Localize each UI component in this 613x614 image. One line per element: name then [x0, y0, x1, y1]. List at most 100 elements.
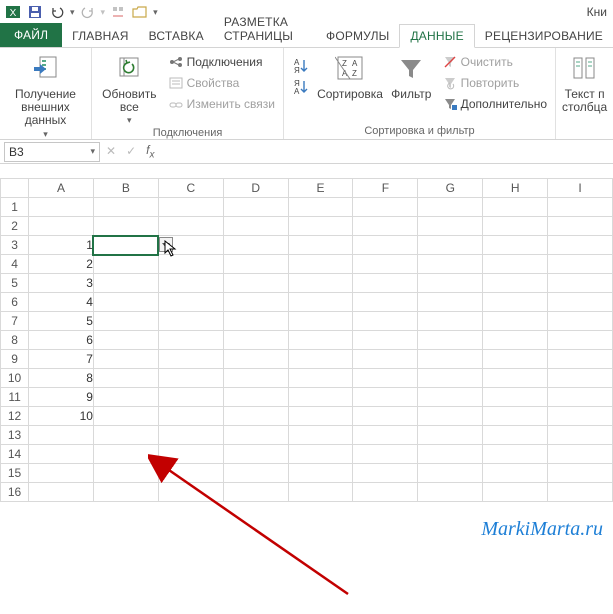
cell[interactable] [223, 236, 288, 255]
cell[interactable] [418, 445, 483, 464]
cell[interactable] [158, 293, 223, 312]
cell[interactable] [353, 274, 418, 293]
clear-filter-button[interactable]: Очистить [441, 52, 549, 72]
cell[interactable] [353, 331, 418, 350]
cell[interactable] [548, 274, 613, 293]
cell[interactable] [93, 255, 158, 274]
tab-formulas[interactable]: ФОРМУЛЫ [316, 25, 399, 47]
cell[interactable] [158, 464, 223, 483]
cell[interactable] [93, 217, 158, 236]
cell[interactable] [158, 217, 223, 236]
cell[interactable] [223, 445, 288, 464]
filter-button[interactable]: Фильтр [388, 50, 435, 101]
tab-page-layout[interactable]: РАЗМЕТКА СТРАНИЦЫ [214, 11, 316, 47]
row-header[interactable]: 15 [1, 464, 29, 483]
cell[interactable] [288, 198, 353, 217]
col-header[interactable]: D [223, 179, 288, 198]
cell[interactable]: 7 [29, 350, 94, 369]
tab-file[interactable]: ФАЙЛ [0, 23, 62, 47]
cell[interactable] [483, 217, 548, 236]
cell[interactable] [483, 331, 548, 350]
cell[interactable] [93, 350, 158, 369]
col-header[interactable]: I [548, 179, 613, 198]
cell[interactable] [548, 293, 613, 312]
tab-data[interactable]: ДАННЫЕ [399, 24, 474, 48]
cell[interactable]: 3 [29, 274, 94, 293]
fx-icon[interactable]: fx [146, 143, 154, 160]
touch-mode-icon[interactable] [109, 3, 127, 21]
data-validation-dropdown-icon[interactable] [159, 237, 173, 252]
edit-links-button[interactable]: Изменить связи [167, 94, 277, 114]
cell[interactable] [418, 426, 483, 445]
cell[interactable] [93, 331, 158, 350]
cell[interactable] [418, 198, 483, 217]
cell[interactable] [288, 274, 353, 293]
col-header[interactable]: C [158, 179, 223, 198]
row-header[interactable]: 11 [1, 388, 29, 407]
cell[interactable] [418, 350, 483, 369]
cell[interactable] [418, 255, 483, 274]
cell[interactable] [418, 483, 483, 502]
cell[interactable] [158, 483, 223, 502]
cell[interactable] [93, 407, 158, 426]
cell[interactable] [418, 217, 483, 236]
cell[interactable] [483, 293, 548, 312]
cell[interactable] [158, 445, 223, 464]
cell[interactable] [223, 255, 288, 274]
cell[interactable] [93, 483, 158, 502]
cell[interactable] [548, 312, 613, 331]
cell[interactable] [353, 464, 418, 483]
cell[interactable] [158, 388, 223, 407]
cell[interactable] [418, 293, 483, 312]
cell[interactable] [223, 331, 288, 350]
cell[interactable] [418, 369, 483, 388]
cell[interactable] [483, 464, 548, 483]
cell[interactable] [548, 350, 613, 369]
col-header[interactable]: H [483, 179, 548, 198]
cell[interactable] [548, 388, 613, 407]
row-header[interactable]: 1 [1, 198, 29, 217]
cell[interactable] [483, 236, 548, 255]
cell[interactable] [93, 445, 158, 464]
cell[interactable] [548, 483, 613, 502]
col-header[interactable]: E [288, 179, 353, 198]
cell[interactable] [288, 483, 353, 502]
cell[interactable] [483, 198, 548, 217]
cell[interactable] [223, 217, 288, 236]
cell[interactable] [93, 464, 158, 483]
cell[interactable] [548, 217, 613, 236]
row-header[interactable]: 6 [1, 293, 29, 312]
cell[interactable] [353, 388, 418, 407]
cell[interactable] [288, 445, 353, 464]
cell[interactable] [223, 312, 288, 331]
cell[interactable]: 8 [29, 369, 94, 388]
qat-customize-icon[interactable]: ▾ [153, 7, 158, 18]
cell[interactable]: 4 [29, 293, 94, 312]
cell[interactable] [93, 388, 158, 407]
row-header[interactable]: 8 [1, 331, 29, 350]
row-header[interactable]: 2 [1, 217, 29, 236]
cell[interactable] [223, 483, 288, 502]
row-header[interactable]: 10 [1, 369, 29, 388]
cell[interactable]: 10 [29, 407, 94, 426]
cell[interactable] [288, 255, 353, 274]
cell[interactable] [353, 293, 418, 312]
cell[interactable] [223, 293, 288, 312]
row-header[interactable]: 7 [1, 312, 29, 331]
sort-asc-button[interactable]: АЯ [290, 56, 312, 76]
col-header[interactable]: B [93, 179, 158, 198]
cell[interactable] [29, 217, 94, 236]
sort-button[interactable]: ZAAZ Сортировка [318, 50, 382, 101]
row-header[interactable]: 14 [1, 445, 29, 464]
cell[interactable] [548, 464, 613, 483]
col-header[interactable]: F [353, 179, 418, 198]
cell[interactable] [483, 369, 548, 388]
cell[interactable] [93, 293, 158, 312]
row-header[interactable]: 13 [1, 426, 29, 445]
redo-dropdown-icon[interactable]: ▾ [101, 7, 106, 18]
cell[interactable]: 9 [29, 388, 94, 407]
cell[interactable] [353, 255, 418, 274]
cell[interactable] [548, 198, 613, 217]
cell[interactable] [93, 236, 158, 255]
tab-insert[interactable]: ВСТАВКА [139, 25, 214, 47]
